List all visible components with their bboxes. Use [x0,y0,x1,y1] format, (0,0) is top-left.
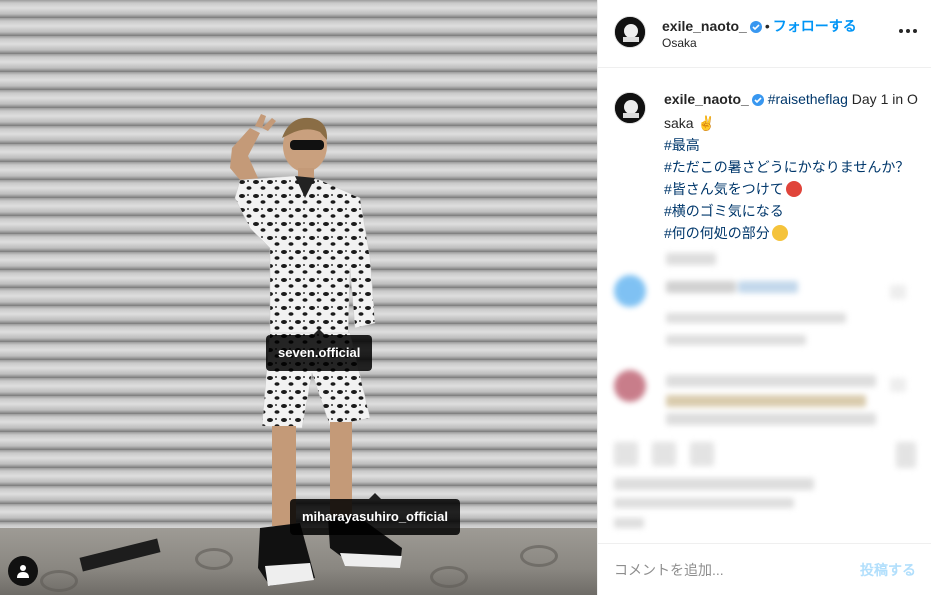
caption: exile_naoto_ #raisetheflag Day 1 in Osak… [614,88,924,244]
hashtag-link[interactable]: #横のゴミ気になる [664,203,784,219]
header-name-line: exile_naoto_ • フォローする [662,16,857,36]
thinking-face-icon [771,225,788,241]
post-header: exile_naoto_ • フォローする Osaka [598,0,931,68]
user-tag-label[interactable]: miharayasuhiro_official [290,493,460,535]
person-icon [17,565,29,578]
verified-badge-icon [751,90,764,112]
hashtag-link[interactable]: #raisetheflag [768,91,848,107]
user-tags-button[interactable] [8,556,38,586]
blurred-comments [598,245,931,435]
location-link[interactable]: Osaka [662,36,697,50]
post-panel: exile_naoto_ • フォローする Osaka exile_naoto_ #… [597,0,931,595]
hashtag-link[interactable]: #皆さん気をつけて [664,181,784,197]
hashtag-link[interactable]: #何の何処の部分 [664,225,770,241]
action-bar [598,436,931,476]
angry-face-icon [785,181,802,197]
separator-dot: • [764,18,770,34]
blurred-likes [598,478,931,538]
ground-mark [40,570,78,592]
logo-avatar-icon [615,93,645,123]
verified-badge-icon [749,20,762,36]
logo-avatar-icon [615,17,645,47]
caption-username[interactable]: exile_naoto_ [664,91,749,107]
user-tag-label[interactable]: seven.official [266,329,373,371]
hashtag-link[interactable]: #ただこの暑さどうにかなりませんか？ [664,159,909,175]
ground-mark [430,566,468,588]
ground-mark [520,545,558,567]
comment-input[interactable]: コメントを追加... [614,560,724,580]
post-photo[interactable]: seven.official miharayasuhiro_official [0,0,597,595]
add-comment-bar: コメントを追加... 投稿する [598,543,931,595]
caption-text: exile_naoto_ #raisetheflag Day 1 in Osak… [664,88,924,244]
avatar[interactable] [614,16,646,48]
more-options-icon[interactable] [899,22,917,40]
caption-avatar[interactable] [614,92,646,124]
hashtag-link[interactable]: #最高 [664,137,700,153]
header-username[interactable]: exile_naoto_ [662,18,747,34]
follow-button[interactable]: フォローする [773,18,857,34]
post-comment-button[interactable]: 投稿する [860,560,916,580]
